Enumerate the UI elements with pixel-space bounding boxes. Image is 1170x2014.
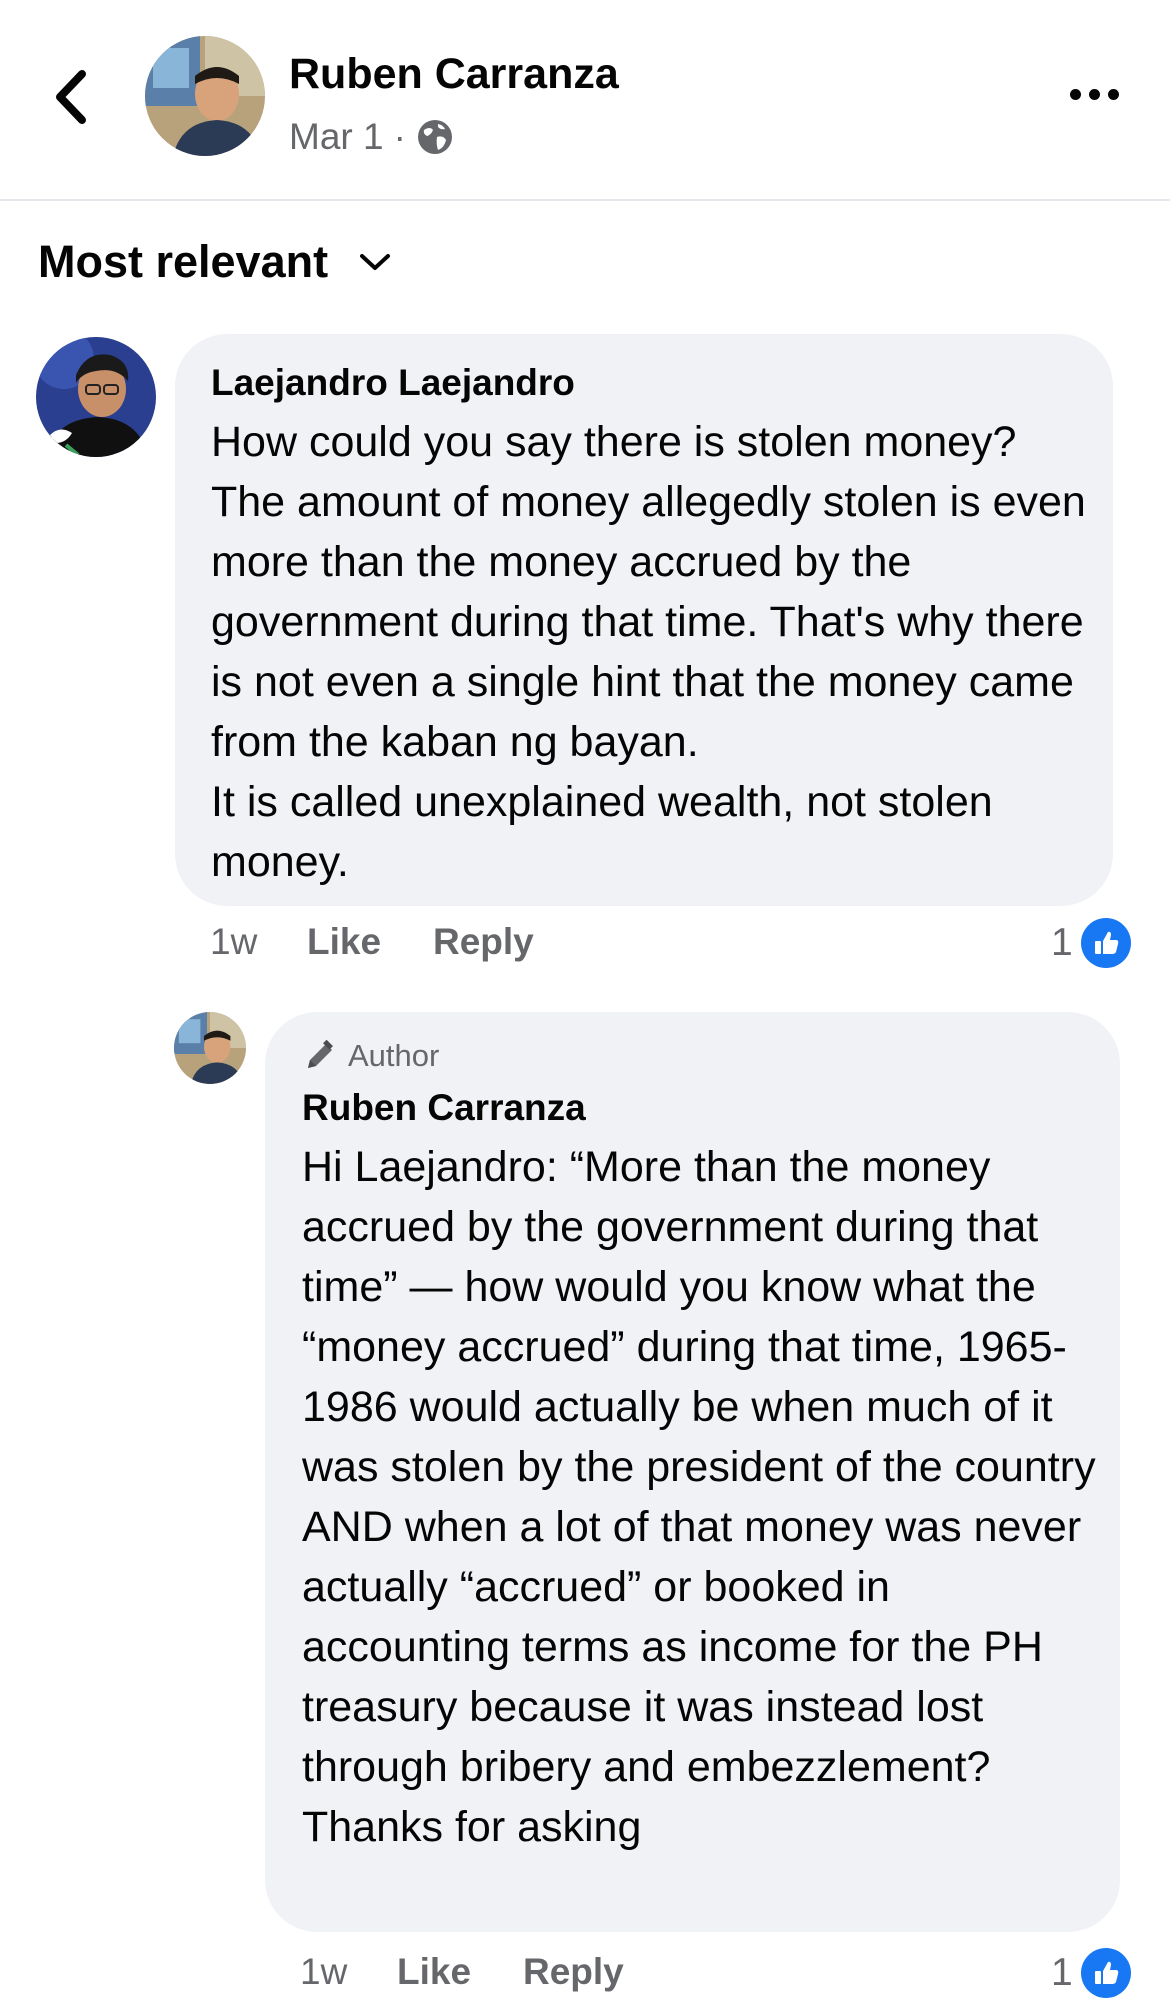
reply-reaction-summary[interactable]: 1: [1051, 1948, 1131, 1998]
globe-icon: [416, 118, 454, 156]
comment-text: How could you say there is stolen money?…: [211, 412, 1091, 892]
reaction-summary[interactable]: 1: [1051, 918, 1131, 968]
commenter-avatar[interactable]: [36, 337, 156, 457]
dot: [1108, 88, 1119, 100]
like-icon: [1080, 918, 1131, 968]
post-meta: Mar 1 ·: [289, 116, 454, 158]
reply-bubble[interactable]: Author Ruben Carranza Hi Laejandro: “Mor…: [265, 1012, 1120, 1932]
post-author-name[interactable]: Ruben Carranza: [289, 50, 619, 99]
comment-paragraph: How could you say there is stolen money?…: [211, 418, 1086, 766]
meta-separator: ·: [393, 116, 406, 157]
pencil-icon: [308, 1039, 333, 1068]
more-horizontal-icon: [1070, 88, 1081, 100]
sort-dropdown[interactable]: Most relevant: [38, 236, 392, 288]
dot: [1089, 88, 1100, 100]
header-divider: [0, 199, 1170, 201]
author-badge: Author: [302, 1038, 439, 1074]
sort-label: Most relevant: [38, 236, 329, 287]
reply-reply-button[interactable]: Reply: [523, 1951, 624, 1993]
comment-paragraph: It is called unexplained wealth, not sto…: [211, 778, 993, 886]
more-options-button[interactable]: [1070, 84, 1126, 104]
reaction-count: 1: [1051, 1951, 1073, 1994]
reaction-count: 1: [1051, 921, 1073, 964]
back-button[interactable]: [48, 62, 98, 132]
like-icon: [1080, 1948, 1131, 1998]
reply-paragraph: Hi Laejandro: “More than the money accru…: [302, 1143, 1096, 1851]
like-button[interactable]: Like: [307, 921, 381, 963]
reply-author-name[interactable]: Ruben Carranza: [302, 1087, 586, 1129]
reply-author-avatar[interactable]: [174, 1012, 246, 1084]
post-author-avatar[interactable]: [145, 36, 265, 156]
reply-like-button[interactable]: Like: [397, 1951, 471, 1993]
chevron-left-icon: [56, 70, 86, 124]
reply-button[interactable]: Reply: [433, 921, 534, 963]
reply-text: Hi Laejandro: “More than the money accru…: [302, 1137, 1102, 1857]
comment-bubble[interactable]: Laejandro Laejandro How could you say th…: [175, 334, 1113, 906]
comment-author-name[interactable]: Laejandro Laejandro: [211, 362, 575, 404]
comment-time[interactable]: 1w: [210, 921, 257, 963]
reply-time[interactable]: 1w: [300, 1951, 347, 1993]
author-badge-label: Author: [348, 1038, 440, 1073]
chevron-down-icon: [360, 254, 391, 270]
post-date[interactable]: Mar 1: [289, 116, 384, 158]
